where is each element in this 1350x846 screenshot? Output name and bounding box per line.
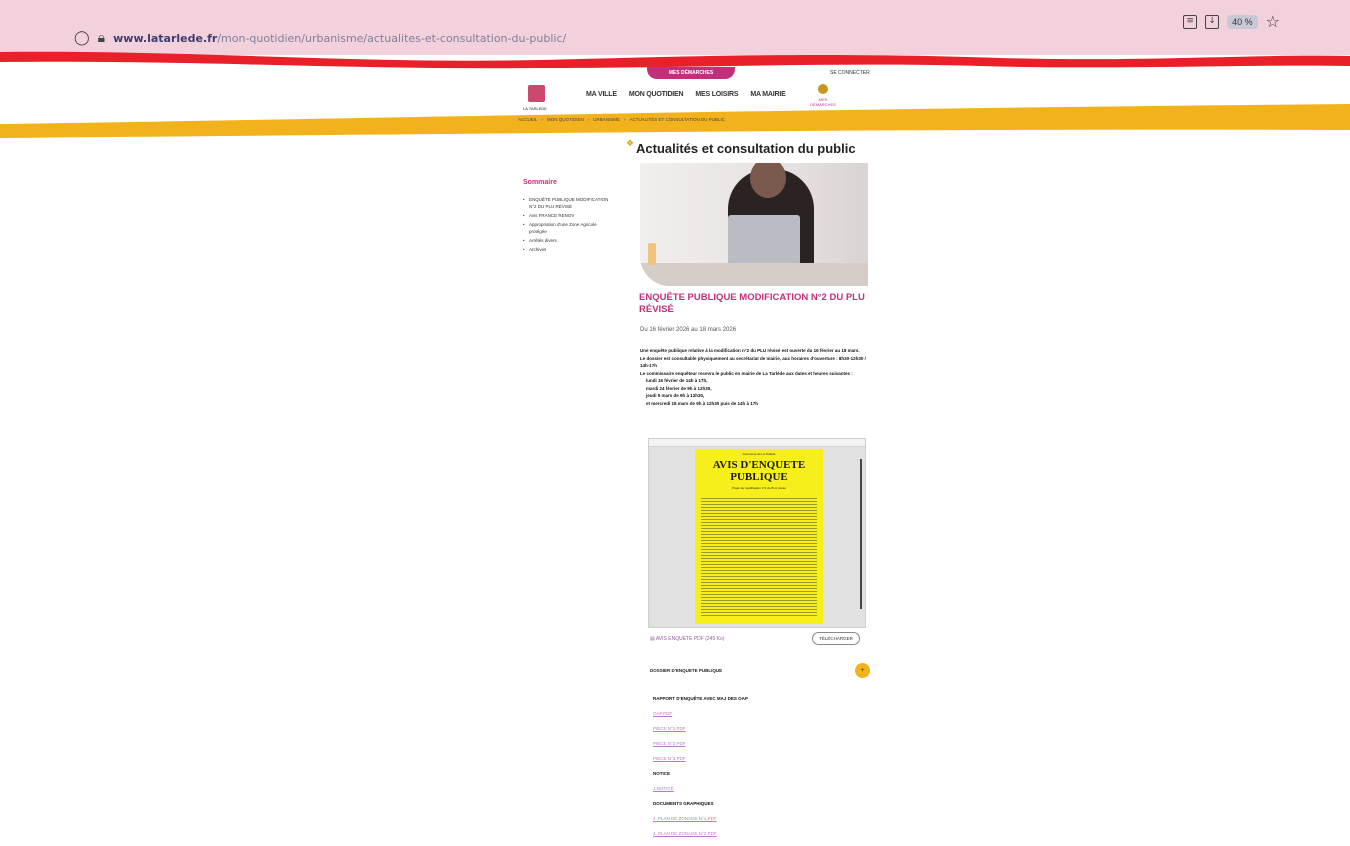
doc-subheading: Projet de modification n°2 du PLU révisé <box>732 486 786 490</box>
file-link[interactable]: PIÈCE N°2.PDF <box>653 741 853 751</box>
login-link[interactable]: SE CONNECTER <box>830 70 870 76</box>
zoom-level[interactable]: 40 % <box>1227 14 1258 29</box>
file-link[interactable]: 4. PLAN DE ZONAGE N°1.PDF <box>653 816 853 826</box>
article-hero-image <box>640 163 868 286</box>
reader-view-icon[interactable]: ≡ <box>1183 14 1198 29</box>
title-decoration-icon: ❖ <box>626 138 635 148</box>
pdf-page-avis: Commune de La Tarlède AVIS D'ENQUETE PUB… <box>695 449 823 624</box>
file-link[interactable]: PIÈCE N°3.PDF <box>653 756 853 766</box>
browser-toolbar: ◯ 🔒︎ www.latarlede.fr/mon-quotidien/urba… <box>0 0 1350 55</box>
file-link[interactable]: 4. PLAN DE ZONAGE N°2.PDF <box>653 831 853 841</box>
download-icon[interactable]: ↓ <box>1205 14 1220 29</box>
laptop-shape <box>728 215 800 265</box>
summary-sidebar: Sommaire ENQUÊTE PUBLIQUE MODIFICATION N… <box>523 179 615 255</box>
breadcrumb: ACCUEIL › MON QUOTIDIEN › URBANISME › ACTUA… <box>518 117 725 122</box>
file-section-heading: RAPPORT D'ENQUÊTE AVEC MAJ DES OAP <box>653 696 748 701</box>
nav-item-ma-ville[interactable]: MA VILLE <box>586 91 617 98</box>
url-domain: www.latarlede.fr <box>113 31 218 45</box>
sidebar-item-arretes[interactable]: Arrêtés divers <box>523 237 615 244</box>
breadcrumb-current: ACTUALITÉS ET CONSULTATION DU PUBLIC <box>629 117 725 122</box>
breadcrumb-urbanisme[interactable]: URBANISME <box>593 117 620 122</box>
nav-item-mes-loisirs[interactable]: MES LOISIRS <box>695 91 738 98</box>
download-file-name: AVIS ENQUETE PDF <box>655 636 704 642</box>
doc-body-lines <box>701 498 817 618</box>
permanence-item: jeudi 5 mars de 9h à 12h30, <box>646 393 705 398</box>
sidebar-item-archives[interactable]: Archives <box>523 246 615 253</box>
article-paragraph: Le dossier est consultable physiquement … <box>640 355 866 369</box>
dossier-file-list: RAPPORT D'ENQUÊTE AVEC MAJ DES OAP OAP.P… <box>653 696 853 846</box>
pdf-scrollbar[interactable] <box>860 459 862 609</box>
article-date: Du 16 février 2026 au 18 mars 2026 <box>640 327 737 333</box>
accordion-label: DOSSIER D'ENQUETE PUBLIQUE <box>650 668 723 673</box>
sidebar-item-france-renov[interactable]: Avis FRANCE RENOV <box>523 212 615 219</box>
shield-icon[interactable]: ◯ <box>74 30 90 46</box>
article-paragraph: Le commissaire enquêteur recevra le publ… <box>640 370 853 376</box>
article-title: ENQUÊTE PUBLIQUE MODIFICATION N°2 DU PLU… <box>639 292 865 315</box>
download-button[interactable]: TÉLÉCHARGER <box>812 632 860 645</box>
breadcrumb-mon-quotidien[interactable]: MON QUOTIDIEN <box>547 117 584 122</box>
lock-icon: 🔒︎ <box>97 30 106 46</box>
main-nav: MA VILLE MON QUOTIDIEN MES LOISIRS MA MA… <box>586 91 786 98</box>
file-link[interactable]: OAP.PDF <box>653 711 853 721</box>
nav-item-mon-quotidien[interactable]: MON QUOTIDIEN <box>629 91 684 98</box>
accordion-toggle-icon[interactable]: + <box>855 663 870 678</box>
file-link[interactable]: 1.NOTICE <box>653 786 853 796</box>
url-text[interactable]: www.latarlede.fr/mon-quotidien/urbanisme… <box>113 32 566 45</box>
sidebar-item-zone-agricole[interactable]: Appropriation d'une Zone Agricole protég… <box>523 221 615 235</box>
demarches-icon <box>818 84 828 94</box>
file-section-heading: NOTICE <box>653 771 671 776</box>
pdf-viewer[interactable]: Commune de La Tarlède AVIS D'ENQUETE PUB… <box>648 438 866 628</box>
file-link[interactable]: PIÈCE N°1.PDF <box>653 726 853 736</box>
site-header: LA TARLEDE MES DÉMARCHES SE CONNECTER MA… <box>0 64 1350 111</box>
breadcrumb-home[interactable]: ACCUEIL <box>518 117 538 122</box>
logo-mark-icon <box>528 85 545 102</box>
permanence-item: lundi 16 février de 14h à 17h, <box>646 378 708 383</box>
doc-header-text: Commune de La Tarlède <box>742 452 776 456</box>
permanence-item: mardi 24 février de 9h à 12h30, <box>646 385 712 391</box>
page-title: Actualités et consultation du public <box>636 141 856 156</box>
permanence-item: et mercredi 18 mars de 9h à 12h30 puis d… <box>646 400 759 406</box>
accordion-dossier[interactable]: DOSSIER D'ENQUETE PUBLIQUE + <box>650 663 870 679</box>
pdf-toolbar[interactable] <box>649 439 865 447</box>
article-paragraph: Une enquête publique relative à la modif… <box>640 348 860 353</box>
download-row: ▤ AVIS ENQUETE PDF (245 Ko) TÉLÉCHARGER <box>650 632 860 646</box>
top-demarches-button[interactable]: MES DÉMARCHES <box>647 67 735 79</box>
bookmark-star-icon[interactable]: ☆ <box>1266 12 1280 31</box>
sidebar-title: Sommaire <box>523 179 557 186</box>
browser-actions: ≡ ↓ 40 % ☆ <box>1183 12 1280 31</box>
address-bar[interactable]: ◯ 🔒︎ www.latarlede.fr/mon-quotidien/urba… <box>74 29 566 47</box>
doc-heading: AVIS D'ENQUETE PUBLIQUE <box>712 459 806 483</box>
nav-item-ma-mairie[interactable]: MA MAIRIE <box>750 91 785 98</box>
download-file-link[interactable]: ▤ AVIS ENQUETE PDF (245 Ko) <box>650 636 724 642</box>
cup-shape <box>648 243 656 265</box>
file-section-heading: DOCUMENTS GRAPHIQUES <box>653 801 714 806</box>
article-body: Une enquête publique relative à la modif… <box>640 347 868 407</box>
sidebar-item-enquete[interactable]: ENQUÊTE PUBLIQUE MODIFICATION N°2 DU PLU… <box>523 196 615 210</box>
url-path: /mon-quotidien/urbanisme/actualites-et-c… <box>217 31 567 45</box>
download-file-size: (245 Ko) <box>705 636 725 642</box>
desk-shape <box>640 263 868 286</box>
